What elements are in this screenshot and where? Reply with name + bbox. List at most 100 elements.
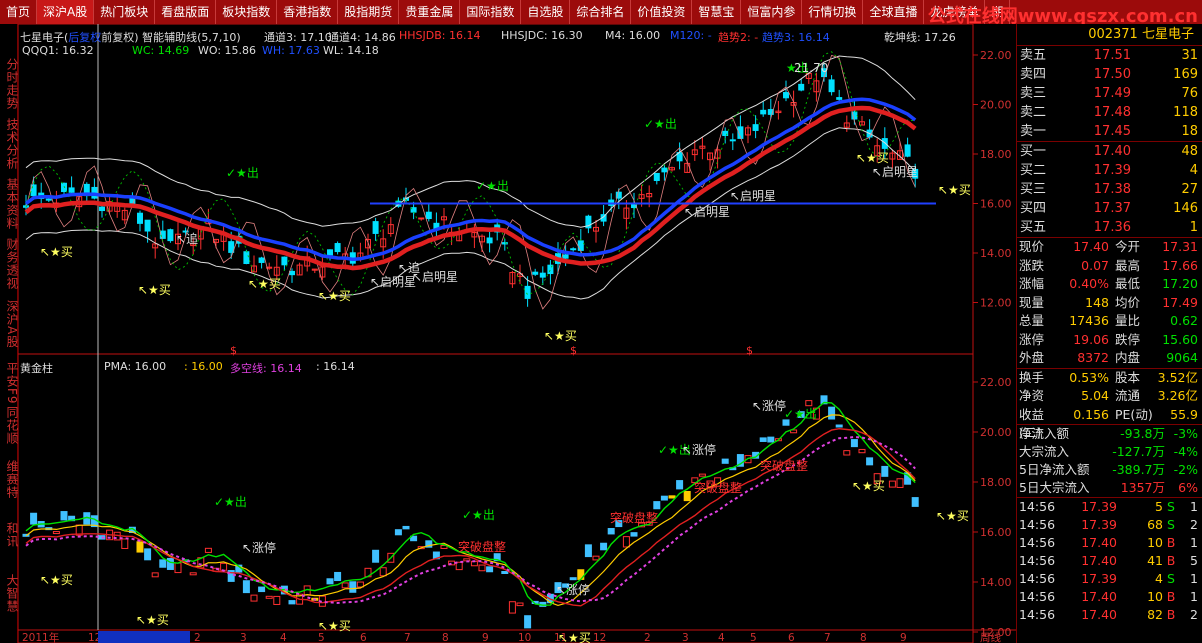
left-tab[interactable]: 技术分析 bbox=[0, 118, 19, 170]
menu-item[interactable]: 恒富内参 bbox=[741, 0, 803, 24]
left-tab[interactable]: 平安F9 bbox=[0, 362, 19, 405]
menu-item[interactable]: 贵重金属 bbox=[399, 0, 461, 24]
ask-levels: 卖五 17.51 31 卖四 17.50 169 卖三 17.49 76 卖二 17.48 118 卖一… bbox=[1017, 46, 1202, 141]
flow-value: -127.7万 bbox=[1112, 444, 1165, 459]
ask-label: 卖二 bbox=[1020, 105, 1047, 120]
x-axis-label: 5 bbox=[318, 632, 325, 643]
menu-item[interactable]: 深沪A股 bbox=[37, 0, 95, 24]
ask-row[interactable]: 卖三 17.49 76 bbox=[1017, 84, 1202, 103]
lower-buy-signal: ↖★买 bbox=[558, 631, 591, 643]
fast-line bbox=[25, 401, 916, 606]
bid-row[interactable]: 买三 17.38 27 bbox=[1017, 180, 1202, 199]
finance-row: 净资 5.04 流通 3.26亿 bbox=[1017, 387, 1202, 406]
menu-item[interactable]: 看盘版面 bbox=[155, 0, 217, 24]
gold-column-bar bbox=[121, 538, 129, 549]
left-tab[interactable]: 同花顺 bbox=[0, 406, 19, 445]
left-tab[interactable]: 基本资料 bbox=[0, 178, 19, 230]
left-tab[interactable]: 分时走势 bbox=[0, 58, 19, 110]
left-tab[interactable]: 和讯 bbox=[0, 522, 19, 548]
candle-body bbox=[524, 285, 531, 299]
ask-row[interactable]: 卖一 17.45 18 bbox=[1017, 122, 1202, 141]
flow-row: 5日大宗流入 1357万 6% bbox=[1017, 479, 1202, 497]
menu-item[interactable]: 香港指数 bbox=[277, 0, 339, 24]
lower-buy-signal: ↖★买 bbox=[852, 479, 885, 493]
left-tab[interactable]: 大智慧 bbox=[0, 574, 19, 613]
tick-row: 14:56 17.40 10 B 1 bbox=[1017, 534, 1202, 552]
gold-column-bar bbox=[136, 541, 144, 553]
x-axis-label: 周线 bbox=[980, 631, 1001, 643]
tick-time: 14:56 bbox=[1019, 499, 1056, 514]
left-tab[interactable]: 维赛特 bbox=[0, 460, 19, 499]
gold-column-bar bbox=[676, 480, 684, 490]
finance-label2: 股本 bbox=[1115, 369, 1141, 385]
left-tab[interactable]: 财务透视 bbox=[0, 238, 19, 290]
kline-chart-svg[interactable]: 22.00 20.00 18.00 16.00 14.00 12.00 22.00 20.00… bbox=[18, 24, 1016, 643]
lower-buy-signal: ↖★买 bbox=[936, 509, 969, 523]
ask-row[interactable]: 卖二 17.48 118 bbox=[1017, 103, 1202, 122]
candle-body bbox=[243, 251, 250, 265]
finance-value: 0.53% bbox=[1069, 369, 1109, 385]
ask-volume: 18 bbox=[1181, 124, 1198, 139]
gold-column-bar bbox=[516, 602, 524, 607]
ask-row[interactable]: 卖四 17.50 169 bbox=[1017, 65, 1202, 84]
gold-column-bar bbox=[805, 400, 813, 407]
quote-label: 外盘 bbox=[1019, 350, 1045, 365]
bid-row[interactable]: 买二 17.39 4 bbox=[1017, 161, 1202, 180]
quote-value: 19.06 bbox=[1073, 331, 1109, 347]
gold-column-bar bbox=[911, 497, 919, 507]
tick-list: 14:56 17.39 5 S 1 14:56 17.39 68 S 2 14:56 17.40 10 B… bbox=[1017, 498, 1202, 624]
ask-volume: 76 bbox=[1181, 86, 1198, 101]
menu-item[interactable]: 板块指数 bbox=[216, 0, 278, 24]
candle-body bbox=[570, 248, 577, 251]
ask-row[interactable]: 卖五 17.51 31 bbox=[1017, 46, 1202, 65]
quote-label2: 内盘 bbox=[1115, 350, 1141, 365]
tick-row: 14:56 17.39 5 S 1 bbox=[1017, 498, 1202, 516]
tick-volume: 82 bbox=[1147, 607, 1163, 622]
quote-label: 涨幅 bbox=[1019, 276, 1045, 291]
menu-item[interactable]: 全球直播 bbox=[863, 0, 925, 24]
bid-row[interactable]: 买一 17.40 48 bbox=[1017, 142, 1202, 161]
tick-side: B bbox=[1166, 553, 1176, 568]
gold-column-bar bbox=[166, 557, 174, 570]
gold-column-bar bbox=[508, 601, 516, 614]
finance-stats: 换手 0.53% 股本 3.52亿 净资 5.04 流通 3.26亿 收益(二) 0.156 PE(… bbox=[1017, 369, 1202, 441]
ask-price: 17.49 bbox=[1093, 86, 1131, 101]
legend-hhsjdb: HHSJDB: 16.14 bbox=[399, 29, 481, 42]
x-axis-label: 2 bbox=[194, 632, 201, 643]
left-tab[interactable]: 深沪A股 bbox=[0, 300, 19, 348]
menu-item[interactable]: 行情切换 bbox=[802, 0, 864, 24]
candle-body bbox=[562, 254, 569, 259]
lower-buy-signal: ↖★买 bbox=[40, 573, 73, 587]
legend-wo: WO: 15.86 bbox=[198, 44, 257, 57]
tick-volume: 5 bbox=[1155, 499, 1163, 514]
upper-buy-signal: ↖★买 bbox=[856, 151, 889, 165]
menu-item[interactable]: 综合排名 bbox=[570, 0, 632, 24]
flow-pct: 6% bbox=[1178, 480, 1198, 495]
gold-column-bar bbox=[242, 580, 250, 594]
legend-wl: WL: 14.18 bbox=[323, 44, 379, 57]
bid-row[interactable]: 买四 17.37 146 bbox=[1017, 199, 1202, 218]
gold-column-bar bbox=[660, 495, 668, 501]
bid-price: 17.39 bbox=[1093, 163, 1131, 178]
tick-count: 5 bbox=[1190, 553, 1198, 568]
kline-chart-area[interactable]: 22.00 20.00 18.00 16.00 14.00 12.00 22.00 20.00… bbox=[18, 24, 1016, 643]
stock-header: 002371 七星电子 bbox=[1017, 24, 1202, 46]
bid-row[interactable]: 买五 17.36 1 bbox=[1017, 218, 1202, 237]
menu-item[interactable]: 国际指数 bbox=[460, 0, 522, 24]
menu-item[interactable]: 价值投资 bbox=[631, 0, 693, 24]
menu-item[interactable]: 智慧宝 bbox=[692, 0, 742, 24]
quote-value: 17436 bbox=[1069, 313, 1109, 328]
menu-item[interactable]: 热门板块 bbox=[94, 0, 156, 24]
menu-item[interactable]: 首页 bbox=[0, 0, 38, 24]
upper-buy-signal: ↖★买 bbox=[544, 329, 577, 343]
candle-body bbox=[828, 79, 835, 93]
flow-row: 净流入额 -93.8万 -3% bbox=[1017, 425, 1202, 443]
menu-item[interactable]: 自选股 bbox=[521, 0, 571, 24]
upper-axis-label: 12.00 bbox=[980, 297, 1012, 310]
menu-item[interactable]: 股指期货 bbox=[338, 0, 400, 24]
trend-ribbon-blue bbox=[24, 97, 917, 262]
gold-column-bar bbox=[220, 562, 228, 571]
candle-body bbox=[30, 184, 37, 197]
x-axis-label: 6 bbox=[788, 632, 795, 643]
bid-price: 17.38 bbox=[1093, 182, 1131, 197]
